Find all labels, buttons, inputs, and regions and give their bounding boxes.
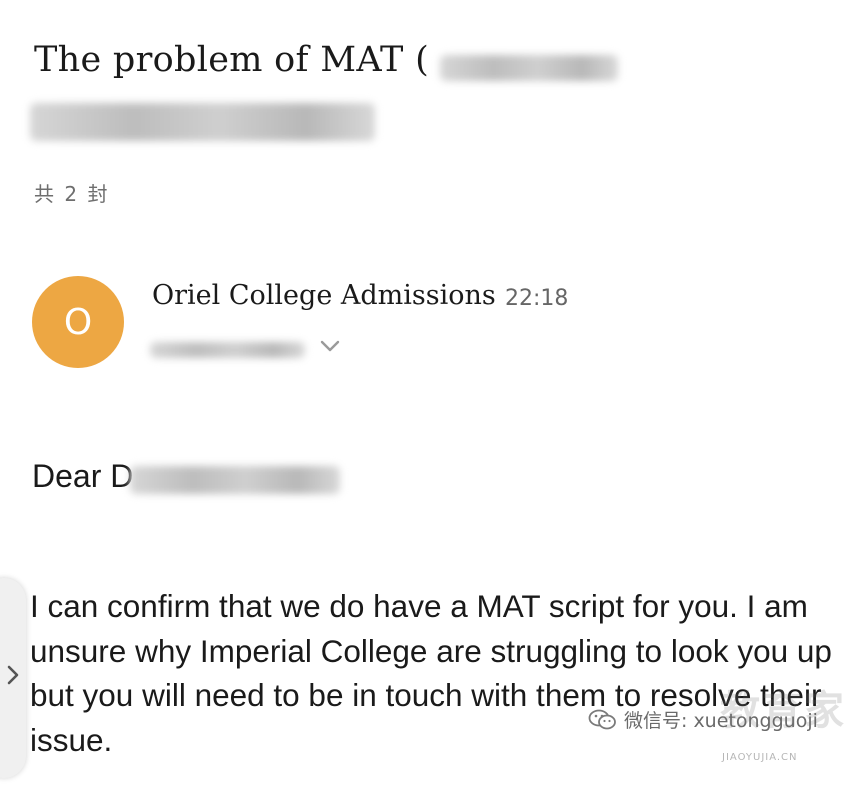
chevron-right-icon[interactable] <box>4 662 22 688</box>
redacted-subject-part <box>440 55 618 81</box>
watermark-domain: JIAOYUJIA.CN <box>722 752 798 763</box>
chevron-down-icon[interactable] <box>318 336 342 356</box>
redacted-recipient-name <box>130 466 340 494</box>
sent-time: 22:18 <box>505 286 569 311</box>
redacted-subject-line <box>30 103 375 141</box>
avatar-letter: O <box>63 301 93 343</box>
wechat-id-label: 微信号: xuetongguoji <box>624 710 818 732</box>
sender-avatar[interactable]: O <box>32 276 124 368</box>
sender-name[interactable]: Oriel College Admissions <box>152 280 496 311</box>
email-subject: The problem of MAT ( <box>34 40 430 80</box>
wechat-icon <box>588 709 616 729</box>
redacted-recipient <box>150 342 305 358</box>
watermark: 微信号: xuetongguoji <box>588 706 818 733</box>
email-greeting: Dear D <box>32 458 134 494</box>
message-count: 共 2 封 <box>34 182 110 206</box>
email-detail-screen: The problem of MAT ( 共 2 封 O Oriel Colle… <box>0 0 852 785</box>
